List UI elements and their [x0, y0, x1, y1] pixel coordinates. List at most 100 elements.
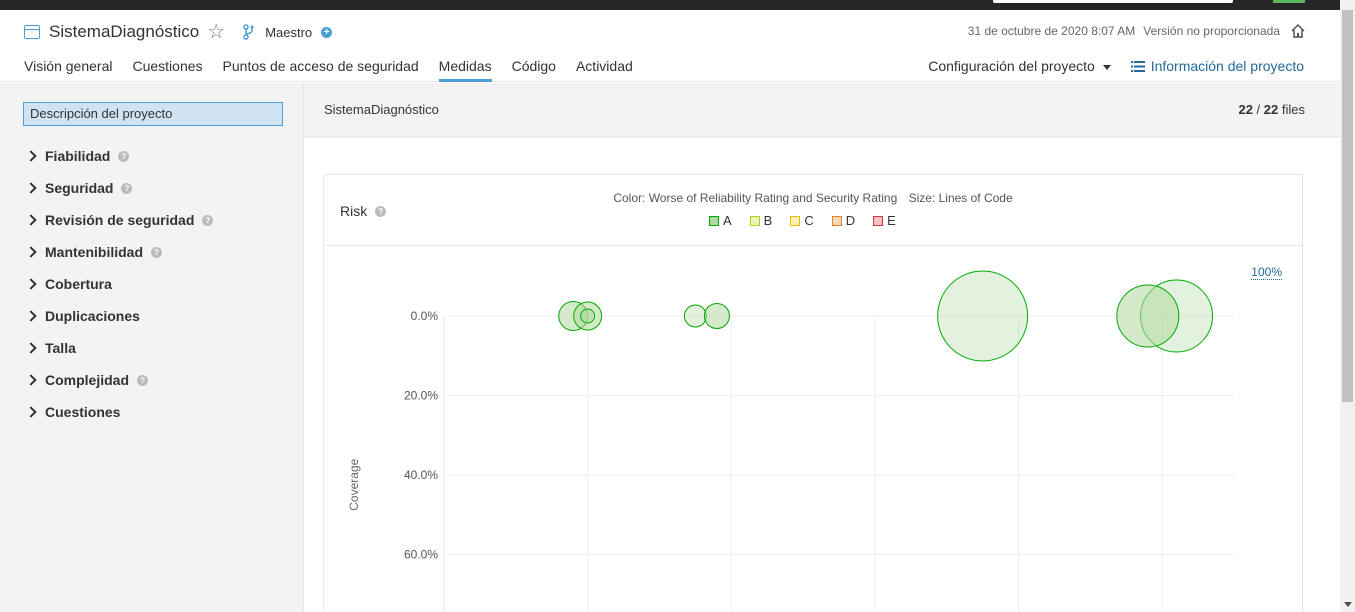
- page-scrollbar[interactable]: [1340, 0, 1355, 612]
- project-info-link[interactable]: Información del proyecto: [1130, 58, 1304, 74]
- y-tick-label: 20.0%: [404, 388, 438, 402]
- legend-item-c[interactable]: C: [790, 213, 814, 228]
- sidebar-item-size[interactable]: Talla: [25, 332, 213, 364]
- sidebar-item-duplications[interactable]: Duplicaciones: [25, 300, 213, 332]
- chevron-right-icon: [25, 342, 37, 354]
- chevron-down-icon: [1102, 64, 1111, 70]
- favorite-star-icon[interactable]: ☆: [207, 22, 225, 42]
- legend-swatch: [749, 215, 760, 226]
- scrollbar-thumb[interactable]: [1342, 10, 1353, 402]
- breadcrumb: SistemaDiagnóstico 22 / 22 files: [304, 83, 1340, 137]
- chevron-right-icon: [25, 150, 37, 162]
- legend-item-d[interactable]: D: [831, 213, 855, 228]
- sidebar-item-label: Complejidad: [45, 372, 130, 388]
- files-current: 22: [1238, 102, 1253, 117]
- sidebar-item-label: Revisión de seguridad: [45, 212, 195, 228]
- sidebar-item-issues[interactable]: Cuestiones: [25, 396, 213, 428]
- legend-label: E: [887, 213, 896, 228]
- tab-security-hotspots[interactable]: Puntos de acceso de seguridad: [223, 58, 419, 82]
- sidebar-item-security-review[interactable]: Revisión de seguridad ?: [25, 204, 214, 236]
- version-label: Versión no proporcionada: [1143, 24, 1280, 38]
- files-label: files: [1281, 102, 1305, 117]
- home-icon[interactable]: [1290, 23, 1306, 39]
- help-icon[interactable]: ?: [137, 374, 149, 386]
- risk-bubble-chart-panel: Risk ? Color: Worse of Reliability Ratin…: [323, 174, 1303, 612]
- tab-measures[interactable]: Medidas: [438, 58, 492, 82]
- project-settings-button[interactable]: Configuración del proyecto: [928, 58, 1111, 74]
- chevron-right-icon: [25, 406, 37, 418]
- zoom-reset-link[interactable]: 100%: [1251, 266, 1282, 280]
- help-icon[interactable]: ?: [151, 246, 162, 258]
- y-tick-label: 60.0%: [404, 547, 438, 561]
- scroll-down-arrow-icon[interactable]: [1344, 602, 1352, 607]
- files-total: 22: [1263, 102, 1279, 117]
- sidebar-item-coverage[interactable]: Cobertura: [25, 268, 213, 300]
- project-nav-tabs: Visión general Cuestiones Puntos de acce…: [24, 58, 653, 82]
- sidebar-item-label: Mantenibilidad: [45, 244, 143, 260]
- sidebar-item-label: Talla: [45, 340, 76, 356]
- help-icon[interactable]: ?: [202, 214, 214, 226]
- sidebar-item-maintainability[interactable]: Mantenibilidad ?: [25, 236, 213, 268]
- bubble-point[interactable]: [1116, 284, 1180, 348]
- chevron-right-icon: [25, 182, 37, 194]
- risk-title: Risk ?: [340, 203, 387, 219]
- chevron-right-icon: [25, 278, 37, 290]
- bubble-point[interactable]: [937, 270, 1029, 362]
- risk-chart-header: Risk ? Color: Worse of Reliability Ratin…: [324, 175, 1302, 246]
- legend-label: C: [804, 213, 814, 228]
- legend-item-b[interactable]: B: [749, 213, 773, 228]
- analysis-meta: 31 de octubre de 2020 8:07 AM Versión no…: [968, 23, 1306, 39]
- risk-title-label: Risk: [340, 203, 368, 219]
- analysis-date: 31 de octubre de 2020 8:07 AM: [967, 24, 1136, 38]
- project-header: SistemaDiagnóstico ☆ Maestro + 31 de oct…: [0, 10, 1340, 82]
- sidebar-item-label: Seguridad: [45, 180, 114, 196]
- legend-swatch: [873, 215, 884, 226]
- legend-label: A: [723, 213, 732, 228]
- sidebar-item-security[interactable]: Seguridad ?: [25, 172, 213, 204]
- tab-code[interactable]: Código: [512, 58, 556, 82]
- legend-label: B: [763, 213, 773, 228]
- help-icon[interactable]: ?: [118, 150, 130, 162]
- project-nav-right: Configuración del proyecto Información d…: [928, 58, 1304, 74]
- project-title[interactable]: SistemaDiagnóstico: [49, 22, 199, 42]
- sidebar-item-project-overview[interactable]: Descripción del proyecto: [23, 102, 283, 126]
- tab-issues[interactable]: Cuestiones: [132, 58, 202, 82]
- project-icon: [24, 25, 40, 39]
- files-count: 22 / 22 files: [1238, 102, 1305, 117]
- user-avatar[interactable]: [1273, 0, 1305, 3]
- size-caption: Size: Lines of Code: [908, 191, 1013, 205]
- tab-activity[interactable]: Actividad: [576, 58, 633, 82]
- domain-list: Fiabilidad ? Seguridad ? Revisión de seg…: [25, 140, 214, 428]
- y-tick-label: 40.0%: [404, 468, 438, 482]
- measures-main: SistemaDiagnóstico 22 / 22 files Risk ? …: [304, 83, 1340, 612]
- legend-item-a[interactable]: A: [709, 213, 732, 228]
- chevron-right-icon: [25, 246, 37, 258]
- bubble-point[interactable]: [683, 304, 707, 328]
- sidebar-item-complexity[interactable]: Complejidad ?: [25, 364, 213, 396]
- legend-item-e[interactable]: E: [873, 213, 896, 228]
- branch-icon: [243, 24, 254, 40]
- list-icon: [1130, 60, 1145, 72]
- y-axis-label: Coverage: [347, 458, 361, 510]
- sidebar-item-label: Cuestiones: [45, 404, 121, 420]
- add-branch-plus-icon[interactable]: +: [321, 26, 333, 38]
- chevron-right-icon: [25, 310, 37, 322]
- sidebar-item-reliability[interactable]: Fiabilidad ?: [25, 140, 213, 172]
- rating-legend: A B C D E: [709, 213, 914, 228]
- bubble-point[interactable]: [580, 308, 596, 324]
- branch-label[interactable]: Maestro: [265, 25, 312, 40]
- color-caption: Color: Worse of Reliability Rating and S…: [613, 191, 898, 205]
- bubble-chart: 0.0% 20.0% 40.0% 60.0% Coverage: [347, 270, 1234, 612]
- legend-swatch: [709, 215, 719, 226]
- sidebar-item-label: Cobertura: [45, 276, 112, 292]
- breadcrumb-project[interactable]: SistemaDiagnóstico: [324, 102, 439, 117]
- help-icon[interactable]: ?: [375, 205, 387, 217]
- help-icon[interactable]: ?: [121, 182, 133, 194]
- legend-caption: Color: Worse of Reliability Rating and S…: [324, 191, 1302, 205]
- bubble-point[interactable]: [703, 303, 730, 329]
- legend-swatch: [790, 215, 801, 226]
- tab-overview[interactable]: Visión general: [24, 58, 112, 82]
- sidebar-item-label: Duplicaciones: [45, 308, 140, 324]
- global-search-input[interactable]: [993, 0, 1233, 3]
- chevron-right-icon: [25, 214, 37, 226]
